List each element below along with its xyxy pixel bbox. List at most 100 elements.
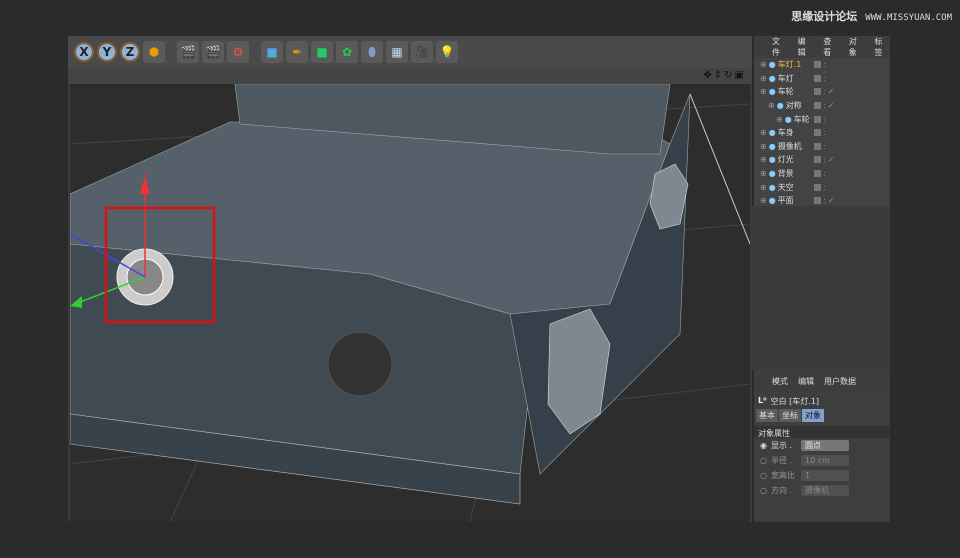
property-radio[interactable]: ○: [760, 486, 767, 495]
object-name[interactable]: 车身: [778, 127, 794, 138]
z-axis-lock-button[interactable]: Z: [120, 42, 140, 62]
menu-user-data[interactable]: 用户数据: [824, 376, 856, 387]
visibility-dots[interactable]: :: [823, 101, 826, 110]
property-radio[interactable]: ○: [760, 471, 767, 480]
menu-view[interactable]: 查看: [823, 36, 839, 58]
layer-icon[interactable]: [814, 183, 821, 191]
object-name[interactable]: 对称: [786, 100, 802, 111]
object-name[interactable]: 车灯: [778, 73, 794, 84]
layer-icon[interactable]: [814, 170, 821, 178]
deformer-icon[interactable]: ⬮: [361, 41, 383, 63]
expand-icon[interactable]: ⊕: [768, 101, 775, 110]
layer-icon[interactable]: [814, 88, 821, 96]
x-axis-lock-button[interactable]: X: [74, 42, 94, 62]
visibility-dots[interactable]: :: [823, 183, 826, 192]
layer-icon[interactable]: [814, 197, 821, 205]
layer-icon[interactable]: [814, 156, 821, 164]
object-row[interactable]: ⊕ ● 平面: ✓: [754, 194, 890, 208]
enabled-check-icon[interactable]: ✓: [828, 155, 835, 164]
expand-icon[interactable]: ⊕: [776, 115, 783, 124]
light-icon[interactable]: 💡: [436, 41, 458, 63]
object-name[interactable]: 背景: [778, 168, 794, 179]
expand-icon[interactable]: ⊕: [760, 128, 767, 137]
layer-icon[interactable]: [814, 74, 821, 82]
move-view-icon[interactable]: ✥: [703, 70, 711, 81]
visibility-dots[interactable]: :: [823, 60, 826, 69]
expand-icon[interactable]: ⊕: [760, 183, 767, 192]
object-name[interactable]: 车轮: [794, 114, 810, 125]
menu-mode[interactable]: 模式: [772, 376, 788, 387]
object-row[interactable]: ⊕ ● 灯光: ✓: [754, 153, 890, 167]
visibility-dots[interactable]: :: [823, 196, 826, 205]
3d-viewport[interactable]: [70, 84, 750, 522]
enabled-check-icon[interactable]: ✓: [828, 196, 835, 205]
visibility-dots[interactable]: :: [823, 128, 826, 137]
array-icon[interactable]: ✿: [336, 41, 358, 63]
null-object-icon: L⁰: [758, 396, 767, 405]
object-row[interactable]: ⊕ ● 车灯.1:: [754, 58, 890, 72]
object-row[interactable]: ⊕ ● 车轮:: [754, 112, 890, 126]
object-row[interactable]: ⊕ ● 车轮: ✓: [754, 85, 890, 99]
layer-icon[interactable]: [814, 102, 821, 110]
expand-icon[interactable]: ⊕: [760, 142, 767, 151]
property-radio[interactable]: ○: [760, 456, 767, 465]
object-name[interactable]: 车灯.1: [778, 59, 802, 70]
subdivision-icon[interactable]: ■: [311, 41, 333, 63]
menu-edit[interactable]: 编辑: [798, 36, 814, 58]
property-radio[interactable]: ◉: [760, 441, 767, 450]
expand-icon[interactable]: ⊕: [760, 169, 767, 178]
object-name[interactable]: 灯光: [778, 154, 794, 165]
tab-coord[interactable]: 坐标: [779, 409, 801, 422]
layer-icon[interactable]: [814, 142, 821, 150]
object-name[interactable]: 平面: [778, 195, 794, 206]
menu-edit[interactable]: 编辑: [798, 376, 814, 387]
coordinate-system-icon[interactable]: ⬢: [143, 41, 165, 63]
render-settings-icon[interactable]: ⚙: [227, 41, 249, 63]
object-name[interactable]: 摄像机: [778, 141, 802, 152]
property-field[interactable]: 圆点: [800, 440, 849, 451]
layer-icon[interactable]: [814, 61, 821, 69]
visibility-dots[interactable]: :: [823, 115, 826, 124]
layer-icon[interactable]: [814, 115, 821, 123]
expand-icon[interactable]: ⊕: [760, 196, 767, 205]
object-row[interactable]: ⊕ ● 背景:: [754, 167, 890, 181]
property-field[interactable]: 1: [800, 470, 849, 481]
render-picture-icon[interactable]: 🎬: [202, 41, 224, 63]
object-row[interactable]: ⊕ ● 摄像机:: [754, 140, 890, 154]
cube-icon[interactable]: ■: [261, 41, 283, 63]
expand-icon[interactable]: ⊕: [760, 155, 767, 164]
expand-icon[interactable]: ⊕: [760, 87, 767, 96]
tab-basic[interactable]: 基本: [756, 409, 778, 422]
object-row[interactable]: ⊕ ● 车灯:: [754, 72, 890, 86]
pen-icon[interactable]: ✒: [286, 41, 308, 63]
object-name[interactable]: 车轮: [778, 86, 794, 97]
floor-icon[interactable]: ▦: [386, 41, 408, 63]
property-field[interactable]: 10 cm: [800, 455, 849, 466]
menu-file[interactable]: 文件: [772, 36, 788, 58]
camera-icon[interactable]: 🎥: [411, 41, 433, 63]
maximize-view-icon[interactable]: ▣: [735, 70, 744, 81]
object-row[interactable]: ⊕ ● 天空:: [754, 180, 890, 194]
visibility-dots[interactable]: :: [823, 142, 826, 151]
menu-tags[interactable]: 标签: [874, 36, 890, 58]
expand-icon[interactable]: ⊕: [760, 74, 767, 83]
enabled-check-icon[interactable]: ✓: [828, 87, 835, 96]
visibility-dots[interactable]: :: [823, 155, 826, 164]
attribute-manager: 模式 编辑 用户数据 L⁰ 空白 [车灯.1] 基本 坐标 对象 对象属性 ◉ 显示…: [752, 370, 890, 522]
visibility-dots[interactable]: :: [823, 169, 826, 178]
object-name[interactable]: 天空: [778, 182, 794, 193]
render-view-icon[interactable]: 🎬: [177, 41, 199, 63]
enabled-check-icon[interactable]: ✓: [828, 101, 835, 110]
menu-object[interactable]: 对象: [849, 36, 865, 58]
tab-object[interactable]: 对象: [802, 409, 824, 422]
visibility-dots[interactable]: :: [823, 87, 826, 96]
rotate-view-icon[interactable]: ↻: [724, 70, 732, 81]
expand-icon[interactable]: ⊕: [760, 60, 767, 69]
property-field[interactable]: 摄像机: [800, 485, 849, 496]
object-row[interactable]: ⊕ ● 对称: ✓: [754, 99, 890, 113]
y-axis-lock-button[interactable]: Y: [97, 42, 117, 62]
layer-icon[interactable]: [814, 129, 821, 137]
zoom-view-icon[interactable]: ⇕: [714, 70, 722, 81]
object-row[interactable]: ⊕ ● 车身:: [754, 126, 890, 140]
visibility-dots[interactable]: :: [823, 74, 826, 83]
